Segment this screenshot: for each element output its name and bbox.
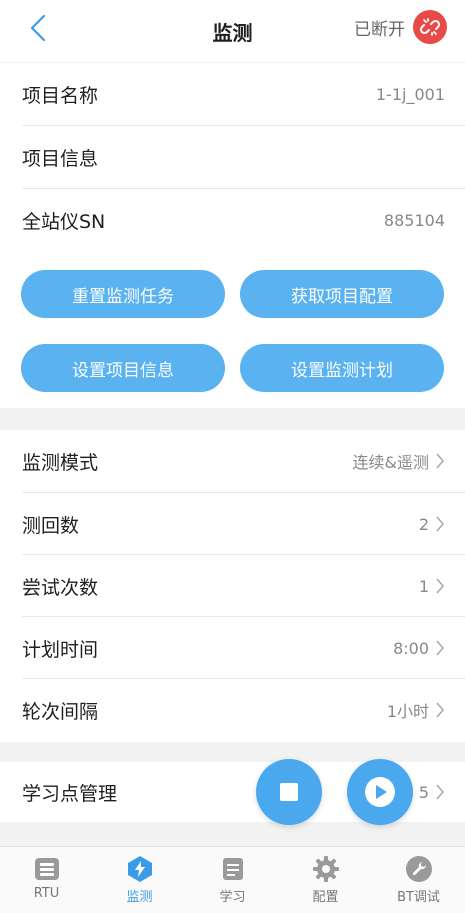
- connection-status-text: 已断开: [354, 19, 405, 40]
- rtu-icon: [34, 858, 59, 880]
- round-interval-label: 轮次间隔: [22, 700, 99, 723]
- tab-learning-label: 学习: [219, 890, 246, 905]
- round-interval-row[interactable]: 轮次间隔 1小时: [0, 679, 465, 741]
- page-title: 监测: [212, 20, 253, 45]
- project-name-label: 项目名称: [22, 84, 99, 107]
- tab-monitor-label: 监测: [126, 890, 153, 905]
- set-monitor-plan-button[interactable]: 设置监测计划: [240, 344, 444, 392]
- chevron-right-icon: [436, 784, 445, 800]
- bottom-tab-bar: RTU 监测 学习 配置 BT调试: [0, 846, 465, 913]
- set-project-info-button[interactable]: 设置项目信息: [21, 344, 225, 392]
- monitor-settings-card: 监测模式 连续&遥测 测回数 2 尝试次数 1 计划时间 8:00 轮次间隔 1…: [0, 430, 465, 742]
- gear-icon: [312, 856, 339, 882]
- attempts-value: 1: [418, 576, 429, 596]
- project-info-row[interactable]: 项目信息: [0, 126, 465, 188]
- attempts-label: 尝试次数: [22, 576, 99, 599]
- header-bar: 监测 已断开: [0, 0, 465, 62]
- rounds-value: 2: [418, 514, 429, 534]
- scroll-icon: [222, 858, 243, 880]
- monitor-mode-value: 连续&遥测: [352, 453, 429, 472]
- learning-points-value: 5: [418, 782, 429, 802]
- chevron-right-icon: [436, 702, 445, 718]
- chevron-right-icon: [436, 453, 445, 469]
- tab-config-label: 配置: [312, 890, 339, 905]
- reset-monitor-task-button[interactable]: 重置监测任务: [21, 270, 225, 318]
- monitor-mode-label: 监测模式: [22, 451, 99, 474]
- project-name-row: 项目名称 1-1j_001: [0, 63, 465, 125]
- plan-time-row[interactable]: 计划时间 8:00: [0, 617, 465, 679]
- station-sn-value: 885104: [383, 210, 445, 230]
- tab-rtu[interactable]: RTU: [0, 847, 93, 913]
- project-info-card: 项目名称 1-1j_001 项目信息 全站仪SN 885104 重置监测任务 获…: [0, 63, 465, 408]
- project-info-label: 项目信息: [22, 147, 99, 170]
- monitor-mode-row[interactable]: 监测模式 连续&遥测: [0, 430, 465, 492]
- stop-icon: [280, 783, 298, 801]
- chevron-right-icon: [436, 640, 445, 656]
- rounds-row[interactable]: 测回数 2: [0, 493, 465, 555]
- project-name-value: 1-1j_001: [375, 84, 445, 104]
- tab-bt-debug[interactable]: BT调试: [372, 847, 465, 913]
- wrench-icon: [405, 856, 432, 882]
- start-button[interactable]: [347, 759, 413, 825]
- station-sn-row: 全站仪SN 885104: [0, 189, 465, 251]
- connection-status[interactable]: 已断开: [354, 10, 447, 44]
- play-icon: [365, 777, 395, 807]
- back-button[interactable]: [22, 12, 54, 44]
- round-interval-value: 1小时: [386, 702, 429, 721]
- tab-config[interactable]: 配置: [279, 847, 372, 913]
- chevron-left-icon: [30, 14, 46, 42]
- broken-link-icon: [413, 10, 447, 44]
- attempts-row[interactable]: 尝试次数 1: [0, 555, 465, 617]
- chevron-right-icon: [436, 578, 445, 594]
- tab-monitor[interactable]: 监测: [93, 847, 186, 913]
- plan-time-value: 8:00: [393, 638, 429, 658]
- tab-learning[interactable]: 学习: [186, 847, 279, 913]
- learning-points-label: 学习点管理: [22, 782, 118, 805]
- get-project-config-button[interactable]: 获取项目配置: [240, 270, 444, 318]
- stop-button[interactable]: [256, 759, 322, 825]
- tab-rtu-label: RTU: [33, 886, 60, 901]
- station-sn-label: 全站仪SN: [22, 210, 106, 233]
- plan-time-label: 计划时间: [22, 638, 99, 661]
- bolt-icon: [127, 856, 152, 882]
- tab-bt-debug-label: BT调试: [397, 890, 440, 905]
- rounds-label: 测回数: [22, 514, 80, 537]
- chevron-right-icon: [436, 516, 445, 532]
